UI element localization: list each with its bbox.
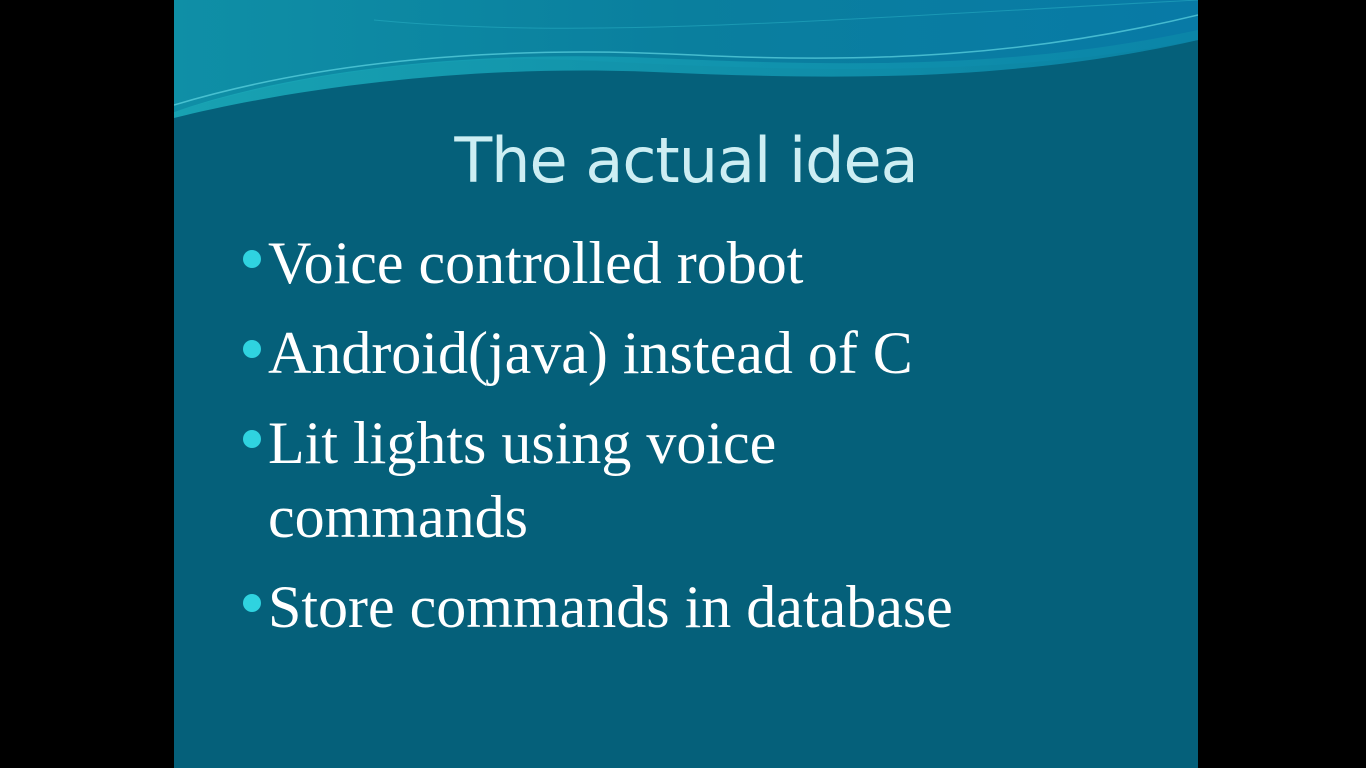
list-item: Store commands in database (240, 570, 1140, 644)
bullet-list: Voice controlled robot Android(java) ins… (240, 226, 1140, 660)
bullet-text: Store commands in database (268, 574, 953, 640)
list-item: Android(java) instead of C (240, 316, 1140, 390)
bullet-dot-icon (243, 250, 261, 268)
slide-title: The actual idea (454, 124, 918, 197)
screen: The actual idea Voice controlled robot A… (0, 0, 1366, 768)
bullet-text: Android(java) instead of C (268, 320, 913, 386)
bullet-dot-icon (243, 340, 261, 358)
presentation-slide: The actual idea Voice controlled robot A… (174, 0, 1198, 768)
list-item: Lit lights using voice commands (240, 406, 868, 554)
list-item: Voice controlled robot (240, 226, 1140, 300)
bullet-dot-icon (243, 430, 261, 448)
wave-decoration (174, 0, 1198, 118)
bullet-text: Voice controlled robot (268, 230, 804, 296)
bullet-text: Lit lights using voice commands (268, 410, 777, 550)
bullet-dot-icon (243, 594, 261, 612)
